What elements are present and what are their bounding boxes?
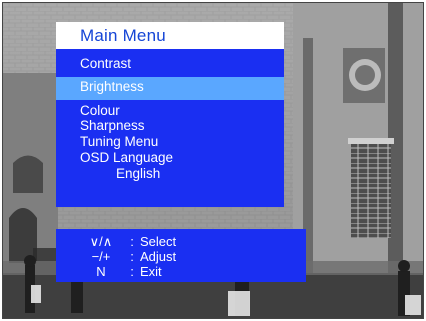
help-sep: :: [130, 249, 134, 264]
menu-item-osd-language[interactable]: OSD Language: [80, 151, 173, 165]
menu-item-brightness[interactable]: Brightness: [56, 77, 284, 100]
menu-title-bar: Main Menu: [56, 22, 284, 49]
tv-screen: Main Menu Contrast Brightness Colour Sha…: [2, 2, 424, 319]
help-action: Select: [140, 234, 177, 249]
help-action: Exit: [140, 264, 162, 279]
help-action: Adjust: [140, 249, 177, 264]
help-row-adjust: −/+: Adjust: [78, 249, 177, 264]
menu-body: Contrast Brightness Colour Sharpness Tun…: [56, 49, 284, 207]
help-row-select: ∨/∧: Select: [78, 234, 176, 249]
menu-title: Main Menu: [80, 26, 166, 45]
help-sep: :: [130, 264, 134, 279]
menu-item-tuning-menu[interactable]: Tuning Menu: [80, 135, 158, 149]
main-menu-panel: Main Menu Contrast Brightness Colour Sha…: [56, 22, 284, 207]
help-panel: ∨/∧: Select −/+: Adjust N: Exit: [56, 229, 306, 282]
menu-item-brightness-label: Brightness: [80, 79, 144, 94]
help-row-exit: N: Exit: [78, 264, 162, 279]
menu-item-sharpness[interactable]: Sharpness: [80, 119, 145, 133]
menu-item-contrast[interactable]: Contrast: [80, 57, 131, 71]
help-keys: ∨/∧: [89, 234, 113, 249]
help-keys: −/+: [91, 249, 111, 264]
help-keys: N: [96, 264, 106, 279]
help-sep: :: [130, 234, 134, 249]
osd-language-value: English: [116, 166, 161, 181]
menu-item-colour[interactable]: Colour: [80, 104, 120, 118]
